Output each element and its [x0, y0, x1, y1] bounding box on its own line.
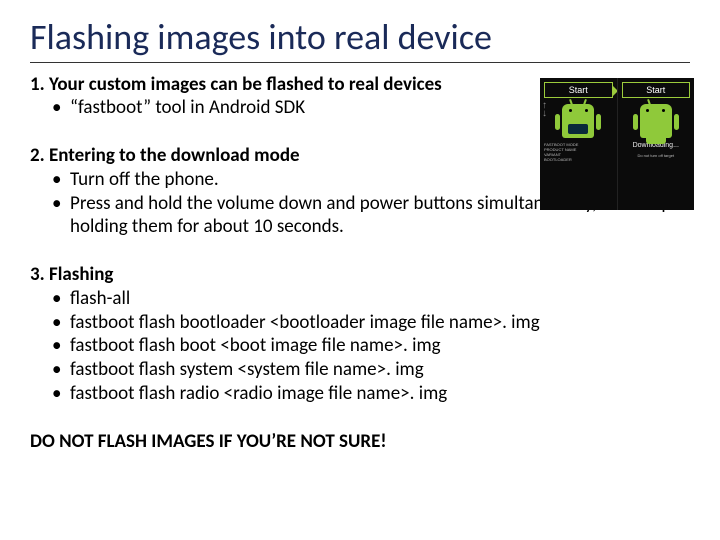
start-button-label: Start: [544, 82, 613, 98]
section-3-bullet-2: fastboot flash bootloader <bootloader im…: [70, 311, 690, 335]
section-1-bullets: “fastboot” tool in Android SDK: [30, 96, 550, 120]
fastboot-info-text: FASTBOOT MODEPRODUCT NAMEVARIANTBOOTLOAD…: [544, 142, 613, 162]
device-screenshots: Start ↑↓ FASTBOOT MODEPRODUCT NAMEVARIAN…: [540, 78, 694, 210]
slide: Flashing images into real device 1. Your…: [0, 0, 720, 473]
android-stand-icon: [640, 104, 672, 138]
section-3-bullet-5: fastboot flash radio <radio image file n…: [70, 382, 690, 406]
section-1: 1. Your custom images can be flashed to …: [30, 73, 550, 121]
slide-title: Flashing images into real device: [30, 18, 690, 63]
start-button-label-2: Start: [622, 82, 691, 98]
section-3-bullet-1: flash-all: [70, 287, 690, 311]
phone-fastboot: Start ↑↓ FASTBOOT MODEPRODUCT NAMEVARIAN…: [540, 78, 617, 210]
section-3-head: 3. Flashing: [30, 263, 690, 287]
section-3-bullet-4: fastboot flash system <system file name>…: [70, 358, 690, 382]
phone-download: Start Downloading... Do not turn off tar…: [617, 78, 695, 210]
section-3: 3. Flashing flash-all fastboot flash boo…: [30, 263, 690, 406]
section-1-bullet-1: “fastboot” tool in Android SDK: [70, 96, 550, 120]
volume-arrows-icon: ↑↓: [542, 102, 547, 118]
download-hint-text: Do not turn off target: [622, 153, 691, 158]
android-open-icon: [562, 104, 594, 138]
section-3-bullets: flash-all fastboot flash bootloader <boo…: [30, 287, 690, 406]
section-1-head: 1. Your custom images can be flashed to …: [30, 73, 550, 97]
section-3-bullet-3: fastboot flash boot <boot image file nam…: [70, 334, 690, 358]
warning-text: DO NOT FLASH IMAGES IF YOU’RE NOT SURE!: [30, 430, 690, 453]
